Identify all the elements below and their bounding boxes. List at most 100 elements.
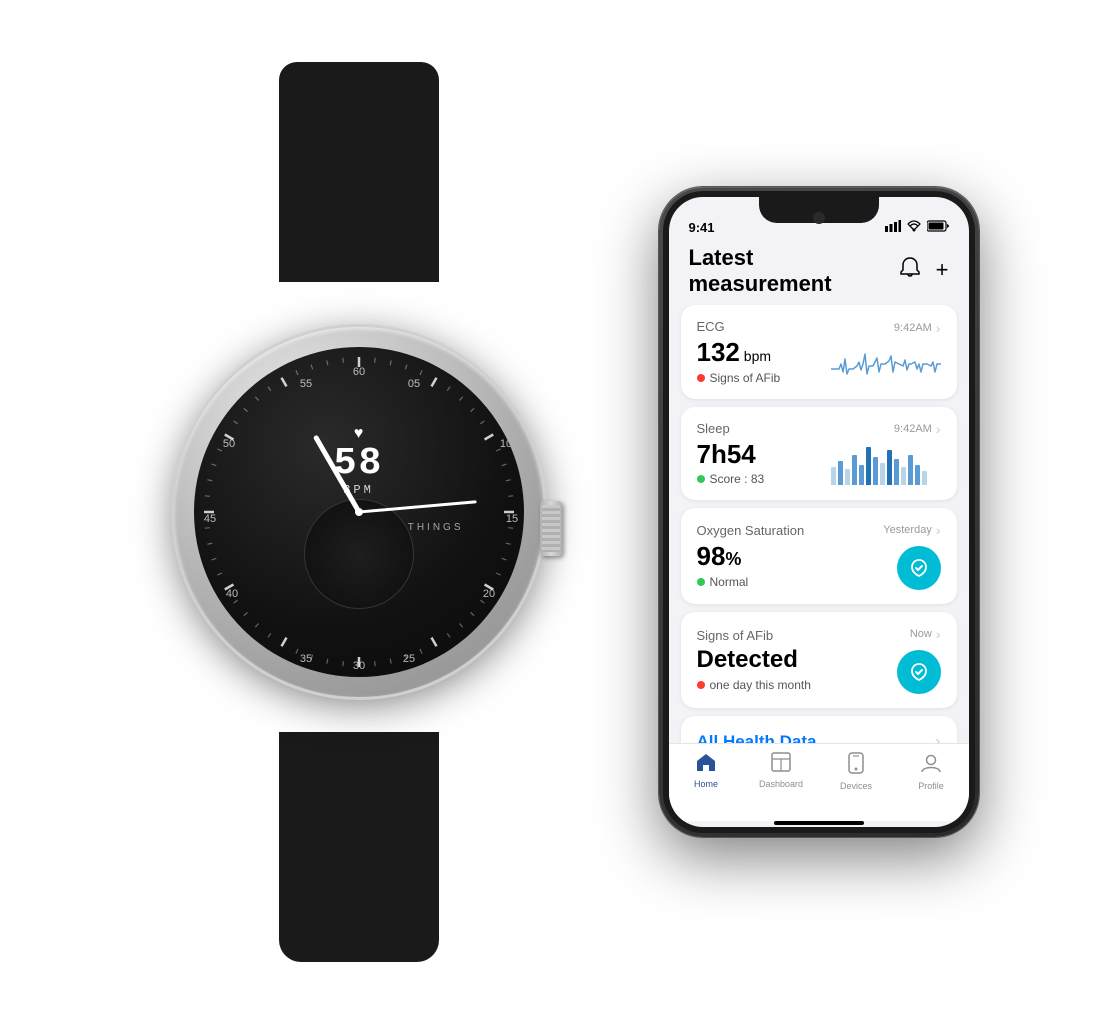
tab-dashboard[interactable]: Dashboard xyxy=(744,752,819,789)
svg-text:60: 60 xyxy=(352,366,364,378)
o2-time: Yesterday xyxy=(883,524,932,536)
home-bar xyxy=(774,821,864,825)
home-tab-label: Home xyxy=(694,779,718,789)
app-header: Latest measurement + xyxy=(669,241,969,305)
afib-value: Detected xyxy=(697,647,897,673)
afib-status-dot xyxy=(697,681,705,689)
wifi-icon xyxy=(906,220,922,235)
watch-strap-bottom xyxy=(279,732,439,962)
devices-tab-label: Devices xyxy=(840,781,872,791)
header-actions: + xyxy=(900,257,949,285)
all-health-label: All Health Data xyxy=(697,732,817,743)
afib-card-right: Now › xyxy=(897,626,941,694)
all-health-chevron: › xyxy=(935,733,940,743)
sleep-card-left: Sleep 7h54 Score : 83 xyxy=(697,421,831,487)
phone-screen: 9:41 Latest measu xyxy=(669,197,969,827)
scene: 60 05 10 15 20 25 30 35 40 45 50 55 // D… xyxy=(0,0,1097,1024)
svg-text:30: 30 xyxy=(352,660,364,672)
watch-case: 60 05 10 15 20 25 30 35 40 45 50 55 // D… xyxy=(174,327,544,697)
heart-icon-watch: ♥ xyxy=(334,425,384,443)
afib-type-label: Signs of AFib xyxy=(697,628,774,643)
ecg-status-dot xyxy=(697,374,705,382)
o2-card-left: Oxygen Saturation 98% Normal xyxy=(697,523,884,589)
afib-card[interactable]: Signs of AFib Detected one day this mont… xyxy=(681,612,957,708)
o2-icon xyxy=(897,546,941,590)
sleep-status-text: Score : 83 xyxy=(710,472,765,486)
watch-strap-top xyxy=(279,62,439,282)
ecg-chevron: › xyxy=(936,320,941,336)
center-dot xyxy=(355,508,363,516)
ecg-time: 9:42AM xyxy=(894,322,932,334)
tab-profile[interactable]: Profile xyxy=(894,752,969,791)
ecg-chart xyxy=(831,344,941,384)
ecg-value: 132 bpm xyxy=(697,338,831,367)
o2-status-dot xyxy=(697,578,705,586)
signal-icon xyxy=(885,220,901,235)
phone-frame: 9:41 Latest measu xyxy=(659,187,979,837)
phone-camera xyxy=(813,212,825,224)
devices-tab-icon xyxy=(847,752,865,778)
profile-tab-label: Profile xyxy=(918,781,944,791)
ecg-card-left: ECG 132 bpm Signs of AFib xyxy=(697,319,831,385)
home-tab-icon xyxy=(695,752,717,776)
phone-container: 9:41 Latest measu xyxy=(659,187,979,837)
ecg-card-right: 9:42AM › xyxy=(831,320,941,384)
sleep-card-right: 9:42AM › xyxy=(831,421,941,485)
svg-text:40: 40 xyxy=(225,588,237,600)
svg-text:10: 10 xyxy=(499,438,511,450)
svg-text:35: 35 xyxy=(299,653,311,665)
watch-crown xyxy=(540,501,562,556)
o2-chevron: › xyxy=(936,522,941,538)
dashboard-tab-label: Dashboard xyxy=(759,779,803,789)
sleep-time: 9:42AM xyxy=(894,423,932,435)
afib-status-text: one day this month xyxy=(710,678,811,692)
sleep-status: Score : 83 xyxy=(697,472,831,486)
sleep-card[interactable]: Sleep 7h54 Score : 83 9:42AM › xyxy=(681,407,957,501)
o2-card-right: Yesterday › xyxy=(883,522,940,590)
ecg-type-label: ECG xyxy=(697,319,725,334)
sleep-chart xyxy=(831,445,941,485)
sleep-type-label: Sleep xyxy=(697,421,730,436)
all-health-card[interactable]: All Health Data › xyxy=(681,716,957,743)
dashboard-tab-icon xyxy=(771,752,791,776)
afib-time: Now xyxy=(910,628,932,640)
svg-text:25: 25 xyxy=(402,653,414,665)
svg-text:50: 50 xyxy=(222,438,234,450)
battery-icon xyxy=(927,220,949,235)
profile-tab-icon xyxy=(920,752,942,778)
svg-text:55: 55 xyxy=(299,378,311,390)
sub-dial-svg: document.currentScript.parentElement.inn… xyxy=(305,500,413,608)
afib-chevron: › xyxy=(936,626,941,642)
ecg-time-row: 9:42AM › xyxy=(894,320,941,336)
o2-value: 98% xyxy=(697,542,884,571)
afib-time-row: Now › xyxy=(910,626,941,642)
status-time: 9:41 xyxy=(689,220,715,235)
o2-card[interactable]: Oxygen Saturation 98% Normal xyxy=(681,508,957,604)
watch-face: 60 05 10 15 20 25 30 35 40 45 50 55 // D… xyxy=(194,347,524,677)
o2-status: Normal xyxy=(697,575,884,589)
o2-type-label: Oxygen Saturation xyxy=(697,523,805,538)
tab-bar: Home Dashboard Devices xyxy=(669,743,969,821)
afib-status: one day this month xyxy=(697,678,897,692)
afib-card-left: Signs of AFib Detected one day this mont… xyxy=(697,628,897,691)
tab-home[interactable]: Home xyxy=(669,752,744,789)
ecg-status-text: Signs of AFib xyxy=(710,371,781,385)
svg-text:20: 20 xyxy=(482,588,494,600)
ecg-status: Signs of AFib xyxy=(697,371,831,385)
sleep-value: 7h54 xyxy=(697,440,831,469)
phone-notch xyxy=(759,197,879,223)
svg-text:45: 45 xyxy=(203,513,215,525)
o2-status-text: Normal xyxy=(710,575,749,589)
ecg-card[interactable]: ECG 132 bpm Signs of AFib xyxy=(681,305,957,399)
watch-container: 60 05 10 15 20 25 30 35 40 45 50 55 // D… xyxy=(119,62,599,962)
tab-devices[interactable]: Devices xyxy=(819,752,894,791)
sleep-time-row: 9:42AM › xyxy=(894,421,941,437)
bell-icon[interactable] xyxy=(900,257,920,285)
sleep-status-dot xyxy=(697,475,705,483)
afib-icon xyxy=(897,650,941,694)
svg-text:05: 05 xyxy=(407,378,419,390)
sleep-chevron: › xyxy=(936,421,941,437)
plus-icon[interactable]: + xyxy=(936,257,949,285)
o2-time-row: Yesterday › xyxy=(883,522,940,538)
home-indicator xyxy=(669,821,969,827)
